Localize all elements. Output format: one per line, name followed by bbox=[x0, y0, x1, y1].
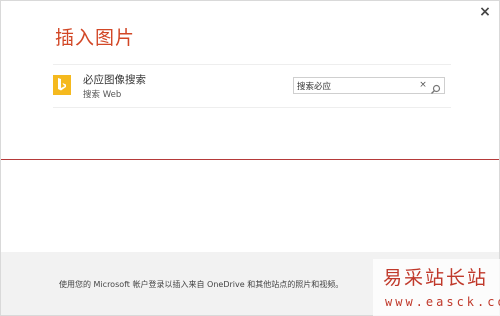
bing-image-search-row: 必应图像搜索 搜索 Web × bbox=[53, 64, 451, 108]
search-input[interactable] bbox=[294, 78, 417, 93]
search-box[interactable]: × bbox=[293, 77, 445, 94]
insert-picture-dialog: × 插入图片 必应图像搜索 搜索 Web × 使用您的 Microsoft 帐户… bbox=[0, 0, 500, 316]
dialog-title: 插入图片 bbox=[55, 27, 136, 49]
search-icon[interactable] bbox=[430, 80, 441, 94]
bing-icon bbox=[53, 75, 71, 95]
watermark: 易采站长站 www.easck.com bbox=[373, 259, 500, 316]
watermark-cn: 易采站长站 bbox=[383, 267, 489, 289]
source-name: 必应图像搜索 bbox=[83, 74, 146, 86]
clear-icon[interactable]: × bbox=[418, 78, 428, 93]
watermark-url: www.easck.com bbox=[385, 295, 500, 309]
footer-signin-text: 使用您的 Microsoft 帐户登录以插入来自 OneDrive 和其他站点的… bbox=[59, 280, 344, 289]
close-button[interactable]: × bbox=[477, 4, 493, 20]
source-subtitle: 搜索 Web bbox=[83, 90, 122, 100]
divider bbox=[1, 159, 499, 160]
